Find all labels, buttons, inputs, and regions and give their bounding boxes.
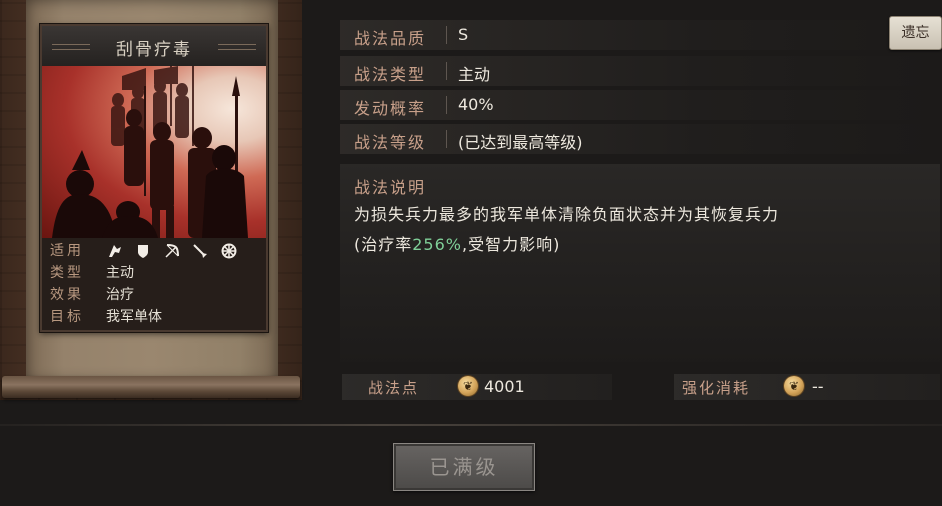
info-row-effect: 效果 治疗 [50, 284, 260, 306]
cavalry-icon [106, 243, 124, 259]
quality-value: S [458, 25, 469, 44]
applicable-label: 适用 [50, 243, 84, 259]
row-separator [446, 26, 447, 44]
description-line-1: 为损失兵力最多的我军单体清除负面状态并为其恢复兵力 [354, 205, 780, 224]
skill-type-value: 主动 [458, 65, 491, 84]
description-line-2: (治疗率256%,受智力影响) [354, 230, 779, 260]
skill-points-label: 战法点 [368, 379, 420, 397]
skill-points-bar: 战法点 ❦ 4001 [342, 374, 612, 400]
soldiers-silhouette-art [52, 66, 248, 238]
scroll-rod [2, 376, 300, 398]
quality-label: 战法品质 [354, 29, 427, 48]
skill-scroll-panel: 刮骨疗毒 适用 类型 主动 效果 治疗 目标 我军单体 [0, 0, 302, 400]
bow-icon [163, 243, 181, 259]
heal-rate-prefix: (治疗率 [354, 235, 413, 254]
footer-divider [0, 424, 942, 426]
upgrade-cost-bar: 强化消耗 ❦ -- [674, 374, 940, 400]
trigger-rate-value: 40% [458, 95, 494, 114]
skill-points-value: 4001 [484, 377, 525, 396]
wheel-icon [220, 243, 238, 259]
description-text: 为损失兵力最多的我军单体清除负面状态并为其恢复兵力 (治疗率256%,受智力影响… [354, 200, 779, 260]
target-label: 目标 [50, 309, 84, 325]
skill-card: 刮骨疗毒 适用 类型 主动 效果 治疗 目标 我军单体 [40, 24, 268, 332]
effect-label: 效果 [50, 287, 84, 303]
upgrade-cost-value: -- [812, 377, 824, 396]
skill-level-label: 战法等级 [354, 133, 427, 152]
skill-type-label: 战法类型 [354, 65, 427, 84]
skill-artwork [42, 66, 266, 238]
type-label: 类型 [50, 265, 84, 281]
skill-level-value: (已达到最高等级) [458, 133, 583, 152]
row-separator [446, 62, 447, 80]
title-ornament-right [218, 44, 256, 50]
effect-value: 治疗 [106, 287, 134, 303]
detail-row-rate: 发动概率 40% [340, 90, 940, 120]
target-value: 我军单体 [106, 309, 162, 325]
forget-skill-button[interactable]: 遗忘 [889, 16, 942, 50]
max-level-button[interactable]: 已满级 [393, 443, 535, 491]
description-title: 战法说明 [354, 178, 427, 197]
detail-row-quality: 战法品质 S [340, 20, 940, 50]
heal-rate-value: 256% [412, 235, 462, 254]
spear-icon [191, 243, 209, 259]
row-separator [446, 96, 447, 114]
skill-description-box: 战法说明 为损失兵力最多的我军单体清除负面状态并为其恢复兵力 (治疗率256%,… [340, 164, 940, 362]
detail-row-level: 战法等级 (已达到最高等级) [340, 124, 940, 154]
row-separator [446, 130, 447, 148]
upgrade-cost-label: 强化消耗 [682, 379, 751, 397]
unit-type-icons [106, 243, 244, 261]
upgrade-cost-coin-icon: ❦ [784, 376, 804, 396]
card-title-bar: 刮骨疗毒 [42, 26, 266, 67]
type-value: 主动 [106, 265, 134, 281]
info-row-type: 类型 主动 [50, 262, 260, 284]
info-row-target: 目标 我军单体 [50, 306, 260, 328]
skill-points-coin-icon: ❦ [458, 376, 478, 396]
card-info-panel: 适用 类型 主动 效果 治疗 目标 我军单体 [42, 238, 266, 330]
detail-row-type: 战法类型 主动 [340, 56, 940, 86]
info-row-applicable: 适用 [50, 240, 260, 262]
heal-rate-suffix: ,受智力影响) [462, 235, 561, 254]
trigger-rate-label: 发动概率 [354, 99, 427, 118]
shield-icon [134, 243, 152, 259]
